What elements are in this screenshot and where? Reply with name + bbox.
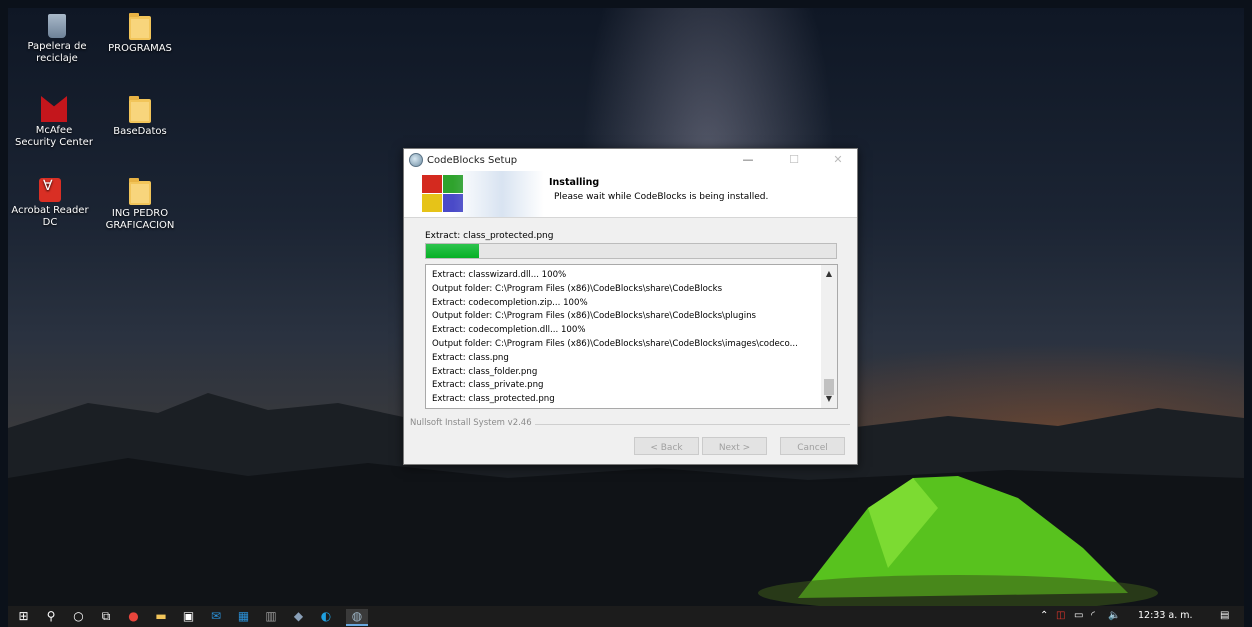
cortana-icon[interactable]: ○ (71, 609, 86, 624)
codeblocks-setup-window: CodeBlocks Setup — ☐ ✕ Installing Please… (403, 148, 858, 465)
store-icon[interactable]: ▣ (181, 609, 196, 624)
back-button[interactable]: < Back (634, 437, 699, 455)
app-icon[interactable]: ◆ (291, 609, 306, 624)
window-titlebar[interactable]: CodeBlocks Setup — ☐ ✕ (404, 149, 857, 171)
log-line: Extract: class_private.png (432, 380, 544, 391)
app-icon[interactable]: ▦ (236, 609, 251, 624)
log-line: Extract: class_protected.png (432, 394, 555, 405)
install-log-listbox[interactable]: Extract: classwizard.dll... 100% Output f… (425, 264, 838, 409)
progress-fill (426, 244, 480, 258)
install-log-list: Extract: classwizard.dll... 100% Output f… (426, 265, 820, 407)
wifi-icon[interactable]: ◜ (1091, 610, 1095, 621)
show-hidden-icons-chevron-icon[interactable]: ⌃ (1040, 610, 1048, 621)
folder-icon (129, 96, 151, 123)
log-scrollbar[interactable]: ▲ ▼ (821, 265, 837, 408)
desktop-icon-programas[interactable]: PROGRAMAS (100, 13, 180, 55)
desktop-icon-acrobat[interactable]: Acrobat Reader DC (10, 178, 90, 229)
windows-logo-icon[interactable]: ⊞ (16, 609, 31, 624)
header-title: Installing (549, 177, 600, 188)
app-icon[interactable]: ▥ (264, 609, 279, 624)
desktop-icon-label: PROGRAMAS (108, 43, 172, 54)
nsis-branding-text: Nullsoft Install System v2.46 (410, 418, 535, 428)
log-line: Extract: classwizard.dll... 100% (432, 270, 567, 280)
scroll-down-arrow-icon[interactable]: ▼ (821, 392, 837, 406)
desktop-icon-mcafee[interactable]: McAfee Security Center (14, 96, 94, 149)
taskbar-clock[interactable]: 12:33 a. m. (1138, 610, 1193, 621)
codeblocks-setup-icon[interactable]: ◍ (346, 609, 368, 626)
log-line: Extract: class_folder.png (432, 366, 538, 377)
desktop-icon-recycle-bin[interactable]: Papelera de reciclaje (17, 14, 97, 65)
search-icon[interactable]: ⚲ (44, 609, 59, 624)
file-explorer-icon[interactable]: ▬ (154, 609, 169, 624)
taskbar: ⊞ ⚲ ○ ⧉ ● ▬ ▣ ✉ ▦ ▥ ◆ ◐ ◍ ⌃ ◫ ▭ ◜ 🔈 12:33 a. m. ▤ (8, 606, 1244, 627)
next-button[interactable]: Next > (702, 437, 767, 455)
recycle-bin-icon (48, 14, 66, 38)
minimize-button[interactable]: — (729, 149, 767, 171)
desktop-icon-label: BaseDatos (113, 126, 167, 137)
task-view-icon[interactable]: ⧉ (99, 609, 114, 624)
mail-icon[interactable]: ✉ (209, 609, 224, 624)
chrome-icon[interactable]: ● (126, 609, 141, 624)
log-line: Extract: codecompletion.dll... 100% (432, 325, 586, 336)
close-button[interactable]: ✕ (819, 149, 857, 171)
log-line: Output folder: C:\Program Files (x86)\Co… (432, 283, 723, 294)
battery-icon[interactable]: ▭ (1074, 610, 1083, 621)
log-line: Extract: class.png (432, 352, 509, 363)
desktop-icon-label: ING PEDRO GRAFICACION (105, 208, 175, 231)
mcafee-tray-icon[interactable]: ◫ (1056, 610, 1065, 621)
codeblocks-app-icon (409, 153, 423, 167)
log-line: Output folder: C:\Program Files (x86)\Co… (432, 338, 798, 349)
mcafee-icon (41, 96, 67, 122)
log-line: Output folder: C:\Program Files (x86)\Co… (432, 311, 757, 322)
cancel-button[interactable]: Cancel (780, 437, 845, 455)
desktop-icon-basedatos[interactable]: BaseDatos (100, 96, 180, 138)
volume-icon[interactable]: 🔈 (1108, 610, 1120, 621)
installer-header: Installing Please wait while CodeBlocks … (404, 171, 857, 218)
maximize-button[interactable]: ☐ (775, 149, 813, 171)
install-progress-bar (425, 243, 837, 259)
desktop-icon-label: McAfee Security Center (15, 125, 93, 148)
window-title: CodeBlocks Setup (427, 154, 518, 166)
folder-icon (129, 178, 151, 205)
acrobat-reader-icon (39, 178, 61, 202)
header-gradient (404, 171, 544, 217)
desktop-icon-label: Acrobat Reader DC (11, 205, 89, 228)
desktop-icon-label: Papelera de reciclaje (27, 41, 87, 64)
desktop-icon-ing-pedro[interactable]: ING PEDRO GRAFICACION (100, 178, 180, 232)
header-subtitle: Please wait while CodeBlocks is being in… (554, 192, 769, 202)
folder-icon (129, 13, 151, 40)
log-line: Extract: codecompletion.zip... 100% (432, 297, 588, 308)
scroll-up-arrow-icon[interactable]: ▲ (821, 267, 837, 281)
current-action-text: Extract: class_protected.png (425, 231, 554, 241)
edge-icon[interactable]: ◐ (319, 609, 334, 624)
notification-center-icon[interactable]: ▤ (1220, 610, 1229, 621)
